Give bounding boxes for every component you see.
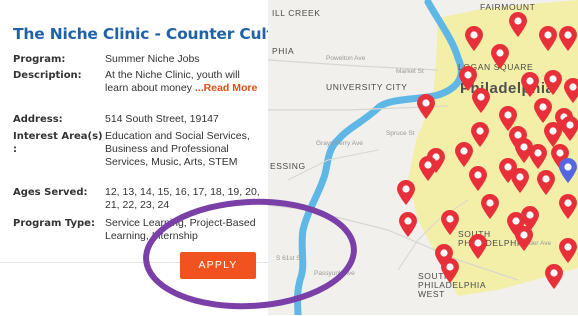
map-pin[interactable] <box>396 180 416 206</box>
map-pin[interactable] <box>440 210 460 236</box>
map-pin[interactable] <box>418 156 438 182</box>
description-label: Description: <box>13 70 82 81</box>
program-type-value: Service Learning, Project-Based Learning… <box>105 217 256 242</box>
map-label-grays-ferry-ave: Grays Ferry Ave <box>316 140 363 147</box>
map-pin[interactable] <box>543 70 563 96</box>
map-pin[interactable] <box>416 94 436 120</box>
map-label-powelton-ave: Powelton Ave <box>326 55 366 62</box>
map-pin[interactable] <box>454 142 474 168</box>
map-label-s-61st: S 61st St <box>276 255 303 262</box>
map-pin[interactable] <box>464 26 484 52</box>
map-label-essing: ESSING <box>270 161 306 171</box>
map-pin[interactable] <box>468 166 488 192</box>
read-more-link[interactable]: ...Read More <box>195 82 257 94</box>
map-label-passyunk-ave: Passyunk Ave <box>314 270 355 277</box>
description-value: At the Niche Clinic, youth will learn ab… <box>105 69 265 95</box>
map-pin[interactable] <box>440 258 460 284</box>
listing-card: The Niche Clinic - Counter Culture Progr… <box>0 0 302 315</box>
map-pin[interactable] <box>563 78 578 104</box>
map-pin[interactable] <box>514 226 534 252</box>
map-pin[interactable] <box>558 238 578 264</box>
map-pin[interactable] <box>560 116 578 142</box>
map-pin[interactable] <box>520 72 540 98</box>
ages-label: Ages Served: <box>13 187 88 198</box>
map-pin[interactable] <box>480 194 500 220</box>
map-pin[interactable] <box>558 194 578 220</box>
map-label-spruce-st: Spruce St <box>386 130 415 137</box>
map-pin[interactable] <box>558 26 578 52</box>
program-label: Program: <box>13 54 66 65</box>
map-pin[interactable] <box>533 98 553 124</box>
map-pin[interactable] <box>528 144 548 170</box>
selected-map-pin[interactable] <box>558 158 578 184</box>
map-pin[interactable] <box>490 44 510 70</box>
map[interactable]: ILL CREEK FAIRMOUNT PHIA UNIVERSITY CITY… <box>268 0 578 315</box>
map-pin[interactable] <box>398 212 418 238</box>
map-pin[interactable] <box>508 12 528 38</box>
program-value: Summer Niche Jobs <box>105 53 200 65</box>
map-pin[interactable] <box>471 88 491 114</box>
map-pin[interactable] <box>544 264 564 290</box>
interest-value: Education and Social Services, Business … <box>105 130 250 168</box>
address-value: 514 South Street, 19147 <box>105 113 219 125</box>
map-pin[interactable] <box>510 168 530 194</box>
interest-label: Interest Area(s) : <box>13 131 103 155</box>
map-pin[interactable] <box>538 26 558 52</box>
map-label-hill-creek: ILL CREEK <box>272 8 321 18</box>
listing-title[interactable]: The Niche Clinic - Counter Culture <box>13 25 302 43</box>
map-pin[interactable] <box>468 234 488 260</box>
map-label-market-st: Market St <box>396 68 424 75</box>
map-pin[interactable] <box>536 170 556 196</box>
ages-value: 12, 13, 14, 15, 16, 17, 18, 19, 20, 21, … <box>105 186 260 211</box>
apply-button[interactable]: APPLY <box>180 252 256 279</box>
map-label-phia: PHIA <box>272 46 295 56</box>
map-label-fairmount: FAIRMOUNT <box>480 2 536 12</box>
address-label: Address: <box>13 114 63 125</box>
program-type-label: Program Type: <box>13 218 95 229</box>
map-label-university-city: UNIVERSITY CITY <box>326 82 408 92</box>
